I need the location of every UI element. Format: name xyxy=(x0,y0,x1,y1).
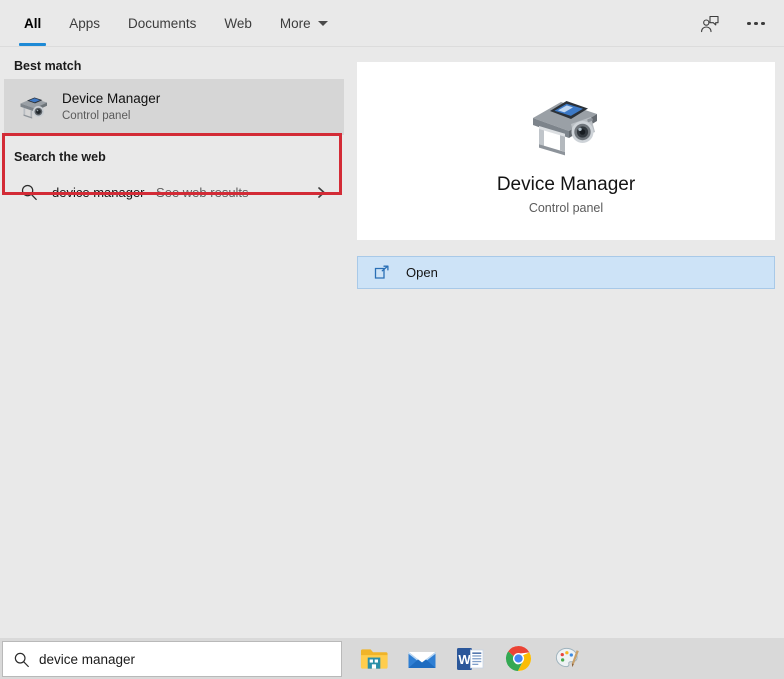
tab-apps[interactable]: Apps xyxy=(55,0,114,47)
result-item-text: Device Manager Control panel xyxy=(62,90,160,124)
result-item-device-manager[interactable]: Device Manager Control panel xyxy=(4,79,344,135)
preview-content: Device Manager Control panel xyxy=(357,62,775,240)
svg-text:W: W xyxy=(458,652,471,667)
taskbar-search-input[interactable]: device manager xyxy=(2,641,342,677)
tab-list: All Apps Documents Web More xyxy=(10,0,342,47)
preview-subtitle: Control panel xyxy=(529,201,603,215)
taskbar-search-value: device manager xyxy=(39,652,135,667)
taskbar-app-list: W xyxy=(352,638,588,679)
result-item-title: Device Manager xyxy=(62,90,160,107)
taskbar-item-mail[interactable] xyxy=(400,638,444,679)
taskbar-item-chrome[interactable] xyxy=(496,638,540,679)
search-icon xyxy=(3,651,39,668)
open-button-label: Open xyxy=(406,265,438,280)
web-result-label: device manager - See web results xyxy=(52,185,249,200)
tab-more[interactable]: More xyxy=(266,0,342,47)
result-item-subtitle: Control panel xyxy=(62,108,160,124)
search-icon xyxy=(14,183,44,201)
taskbar: device manager xyxy=(0,638,784,679)
tab-web[interactable]: Web xyxy=(210,0,266,47)
best-match-header: Best match xyxy=(0,47,348,79)
tab-all[interactable]: All xyxy=(10,0,55,47)
web-result-item[interactable]: device manager - See web results xyxy=(4,170,344,214)
open-external-icon xyxy=(358,265,406,281)
chevron-right-icon[interactable] xyxy=(315,185,328,200)
preview-pane: Device Manager Control panel Open xyxy=(348,47,784,638)
chevron-down-icon xyxy=(318,21,328,26)
open-button[interactable]: Open xyxy=(357,256,775,289)
ellipsis-dots xyxy=(747,22,765,26)
tabbar-actions xyxy=(690,0,776,47)
tab-all-label: All xyxy=(24,16,41,31)
results-pane: Best match xyxy=(0,47,348,638)
tab-documents-label: Documents xyxy=(128,16,196,31)
device-manager-icon xyxy=(14,87,54,127)
taskbar-item-word[interactable]: W xyxy=(448,638,492,679)
search-tabbar: All Apps Documents Web More xyxy=(0,0,784,47)
tab-apps-label: Apps xyxy=(69,16,100,31)
search-the-web-header: Search the web xyxy=(0,135,348,170)
tab-documents[interactable]: Documents xyxy=(114,0,210,47)
search-flyout-body: All Apps Documents Web More xyxy=(0,0,784,638)
preview-title: Device Manager xyxy=(497,174,635,196)
tab-more-label: More xyxy=(280,16,311,31)
ellipsis-icon[interactable] xyxy=(736,6,776,42)
preview-device-manager-icon xyxy=(525,88,607,160)
feedback-person-icon[interactable] xyxy=(690,6,730,42)
web-result-suffix: - See web results xyxy=(145,185,249,200)
taskbar-item-paint[interactable] xyxy=(544,638,588,679)
tab-web-label: Web xyxy=(224,16,252,31)
preview-card: Device Manager Control panel xyxy=(357,62,775,240)
web-result-query: device manager xyxy=(52,185,145,200)
search-flyout-window: All Apps Documents Web More xyxy=(0,0,784,679)
taskbar-item-file-explorer[interactable] xyxy=(352,638,396,679)
